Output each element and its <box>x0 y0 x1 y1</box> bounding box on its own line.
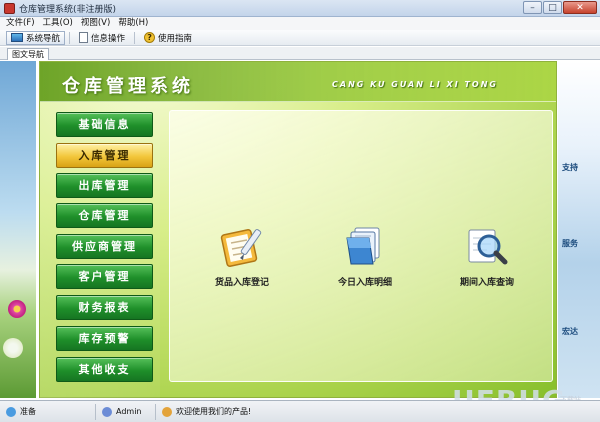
menu-tools[interactable]: 工具(O) <box>43 17 73 30</box>
maximize-button[interactable]: □ <box>543 1 562 14</box>
info-operation-button[interactable]: 信息操作 <box>74 31 130 45</box>
user-icon <box>102 406 112 417</box>
status-welcome-text: 欢迎使用我们的产品! <box>176 407 252 416</box>
info-operation-label: 信息操作 <box>91 33 126 44</box>
user-guide-button[interactable]: ? 使用指南 <box>139 31 197 45</box>
window-title: 仓库管理系统(非注册版) <box>19 5 117 15</box>
app-icon <box>4 3 15 14</box>
period-inbound-query-label: 期间入库查询 <box>459 278 514 288</box>
status-user-cell: Admin <box>96 403 156 420</box>
toolbar: 系统导航 信息操作 ? 使用指南 <box>0 30 600 46</box>
side-label-company: 宏达 <box>562 327 578 336</box>
status-user-text: Admin <box>116 407 142 416</box>
period-inbound-query-action[interactable]: 期间入库查询 <box>432 224 542 288</box>
system-title: 仓库管理系统 <box>62 76 194 97</box>
goods-inbound-register-action[interactable]: 货品入库登记 <box>187 224 297 288</box>
menu-view[interactable]: 视图(V) <box>81 17 110 30</box>
goods-inbound-register-label: 货品入库登记 <box>214 278 269 288</box>
system-navigation-label: 系统导航 <box>26 33 61 44</box>
document-icon <box>79 32 89 43</box>
status-ready-text: 准备 <box>20 407 36 416</box>
system-subtitle-pinyin: CANG KU GUAN LI XI TONG <box>332 80 498 89</box>
nav-inbound-management-button[interactable]: 入库管理 <box>56 143 153 168</box>
system-navigation-button[interactable]: 系统导航 <box>6 30 66 45</box>
nav-warehouse-management-button[interactable]: 仓库管理 <box>56 203 153 228</box>
header-banner: 仓库管理系统 CANG KU GUAN LI XI TONG <box>40 62 556 102</box>
toolbar-separator <box>69 31 71 44</box>
toolbar-separator <box>134 31 136 44</box>
help-icon: ? <box>144 32 156 43</box>
nav-supplier-management-button[interactable]: 供应商管理 <box>56 234 153 259</box>
welcome-icon <box>162 406 172 417</box>
menu-file[interactable]: 文件(F) <box>6 17 35 30</box>
register-clipboard-icon <box>220 229 262 267</box>
menu-bar: 文件(F) 工具(O) 视图(V) 帮助(H) <box>0 17 600 30</box>
action-content-area: 货品入库登记 今日入库明细 期间入库查询 <box>169 110 553 382</box>
side-label-service: 服务 <box>562 239 578 248</box>
menu-help[interactable]: 帮助(H) <box>118 17 148 30</box>
close-button[interactable]: ✕ <box>563 1 597 14</box>
flower-decoration <box>8 300 26 318</box>
nav-financial-report-button[interactable]: 财务报表 <box>56 295 153 320</box>
today-inbound-detail-action[interactable]: 今日入库明细 <box>310 224 420 288</box>
nav-inventory-alert-button[interactable]: 库存预警 <box>56 326 153 351</box>
main-navigation-panel: 仓库管理系统 CANG KU GUAN LI XI TONG 基础信息 入库管理… <box>39 61 557 399</box>
side-label-support: 支持 <box>562 163 578 172</box>
nav-customer-management-button[interactable]: 客户管理 <box>56 264 153 289</box>
right-scenery-image <box>558 61 600 398</box>
nav-basic-info-button[interactable]: 基础信息 <box>56 112 153 137</box>
flower-decoration <box>3 338 23 358</box>
status-ready-cell: 准备 <box>0 403 96 420</box>
nav-outbound-management-button[interactable]: 出库管理 <box>56 173 153 198</box>
search-magnifier-icon <box>468 229 508 265</box>
user-guide-label: 使用指南 <box>158 33 193 44</box>
documents-detail-icon <box>346 227 380 265</box>
status-bar: 准备 Admin 欢迎使用我们的产品! <box>0 400 600 422</box>
window-title-bar: 仓库管理系统(非注册版) – □ ✕ <box>0 0 600 17</box>
status-welcome-cell: 欢迎使用我们的产品! <box>156 404 356 420</box>
status-icon <box>6 406 16 417</box>
minimize-button[interactable]: – <box>523 1 542 14</box>
document-tab-strip: 图文导航 <box>0 47 600 60</box>
today-inbound-detail-label: 今日入库明细 <box>337 278 392 288</box>
nav-other-income-expense-button[interactable]: 其他收支 <box>56 357 153 382</box>
tab-graphic-navigation[interactable]: 图文导航 <box>7 48 49 60</box>
monitor-icon <box>11 33 23 42</box>
